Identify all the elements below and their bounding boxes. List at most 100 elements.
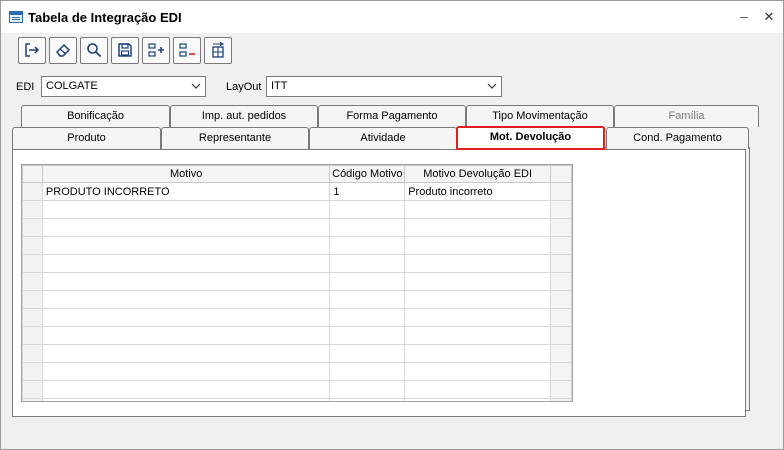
tab-produto[interactable]: Produto [12,127,161,149]
cell-motivo[interactable] [41,254,331,273]
cell-motivo-devolucao-edi[interactable] [404,218,552,237]
column-header-motivo[interactable]: Motivo [41,165,331,183]
add-row-button[interactable] [142,37,170,64]
cell-codigo-motivo[interactable] [329,254,406,273]
exit-icon [25,43,40,57]
empty-row[interactable] [22,380,572,399]
tab-tipo-movimentacao[interactable]: Tipo Movimentação [466,105,614,127]
cell-codigo-motivo[interactable] [329,272,406,291]
cell-motivo[interactable] [41,236,331,255]
cell-motivo[interactable] [41,344,331,363]
cell-motivo[interactable] [41,380,331,399]
tab-atividade[interactable]: Atividade [309,127,457,149]
row-header[interactable] [22,380,43,399]
cell-motivo-devolucao-edi[interactable] [404,326,552,345]
cell-motivo-devolucao-edi[interactable] [404,308,552,327]
cell-motivo[interactable] [41,308,331,327]
cell-codigo-motivo[interactable] [329,308,406,327]
row-header[interactable] [22,290,43,309]
tab-imp-aut-pedidos[interactable]: Imp. aut. pedidos [170,105,318,127]
cell-motivo-devolucao-edi[interactable] [404,272,552,291]
empty-row[interactable] [22,272,572,291]
empty-row[interactable] [22,344,572,363]
table-button[interactable] [204,37,232,64]
cell-motivo-devolucao-edi[interactable]: Produto incorreto [404,182,552,201]
row-filler [550,236,572,255]
eraser-icon [56,43,71,57]
cell-motivo-devolucao-edi[interactable] [404,398,552,401]
cell-motivo[interactable] [41,272,331,291]
search-button[interactable] [80,37,108,64]
empty-row[interactable] [22,254,572,273]
cell-motivo[interactable] [41,326,331,345]
empty-row[interactable] [22,200,572,219]
tab-cond-pagamento[interactable]: Cond. Pagamento [606,127,749,149]
cell-codigo-motivo[interactable] [329,344,406,363]
tab-bonificacao[interactable]: Bonificação [21,105,170,127]
cell-codigo-motivo[interactable] [329,236,406,255]
add-row-icon [148,43,164,57]
cell-motivo[interactable] [41,200,331,219]
row-filler [550,272,572,291]
column-header-codigo-motivo[interactable]: Código Motivo [329,165,406,183]
cell-motivo-devolucao-edi[interactable] [404,362,552,381]
cell-motivo[interactable] [41,398,331,401]
tab-label: Cond. Pagamento [633,132,722,144]
tab-mot-devolucao[interactable]: Mot. Devolução [456,126,605,150]
cell-codigo-motivo[interactable] [329,218,406,237]
close-button[interactable]: ✕ [761,9,777,25]
tab-forma-pagamento[interactable]: Forma Pagamento [318,105,466,127]
row-header[interactable] [22,308,43,327]
layout-select[interactable]: ITT [266,76,502,97]
cell-motivo-devolucao-edi[interactable] [404,290,552,309]
row-header[interactable] [22,182,43,201]
row-header[interactable] [22,398,43,401]
table-row[interactable]: PRODUTO INCORRETO 1 Produto incorreto [22,182,572,201]
tab-representante[interactable]: Representante [161,127,309,149]
minimize-button[interactable]: ‒ [736,9,752,25]
row-header[interactable] [22,344,43,363]
row-header[interactable] [22,272,43,291]
cell-codigo-motivo[interactable] [329,200,406,219]
empty-row[interactable] [22,398,572,401]
row-filler [550,380,572,399]
edi-select[interactable]: COLGATE [41,76,206,97]
cell-motivo[interactable] [41,290,331,309]
cell-codigo-motivo[interactable]: 1 [329,182,406,201]
table-icon [212,42,225,58]
cell-motivo-devolucao-edi[interactable] [404,200,552,219]
cell-codigo-motivo[interactable] [329,290,406,309]
row-header[interactable] [22,218,43,237]
empty-row[interactable] [22,326,572,345]
cell-codigo-motivo[interactable] [329,326,406,345]
cell-motivo[interactable]: PRODUTO INCORRETO [41,182,331,201]
empty-row[interactable] [22,308,572,327]
cell-codigo-motivo[interactable] [329,380,406,399]
cell-motivo-devolucao-edi[interactable] [404,344,552,363]
cell-motivo-devolucao-edi[interactable] [404,380,552,399]
tab-label: Produto [67,132,106,144]
cell-motivo-devolucao-edi[interactable] [404,254,552,273]
row-header[interactable] [22,200,43,219]
empty-row[interactable] [22,362,572,381]
empty-row[interactable] [22,218,572,237]
remove-row-button[interactable] [173,37,201,64]
cell-codigo-motivo[interactable] [329,362,406,381]
cell-motivo[interactable] [41,218,331,237]
column-header-motivo-devolucao-edi[interactable]: Motivo Devolução EDI [404,165,552,183]
row-header[interactable] [22,362,43,381]
empty-row[interactable] [22,290,572,309]
empty-row[interactable] [22,236,572,255]
row-header[interactable] [22,236,43,255]
row-header[interactable] [22,326,43,345]
devolucao-grid[interactable]: Motivo Código Motivo Motivo Devolução ED… [21,164,573,402]
cell-motivo[interactable] [41,362,331,381]
remove-row-icon [179,43,195,57]
clear-button[interactable] [49,37,77,64]
row-header[interactable] [22,254,43,273]
cell-codigo-motivo[interactable] [329,398,406,401]
exit-button[interactable] [18,37,46,64]
layout-select-value: ITT [271,80,288,92]
cell-motivo-devolucao-edi[interactable] [404,236,552,255]
save-button[interactable] [111,37,139,64]
